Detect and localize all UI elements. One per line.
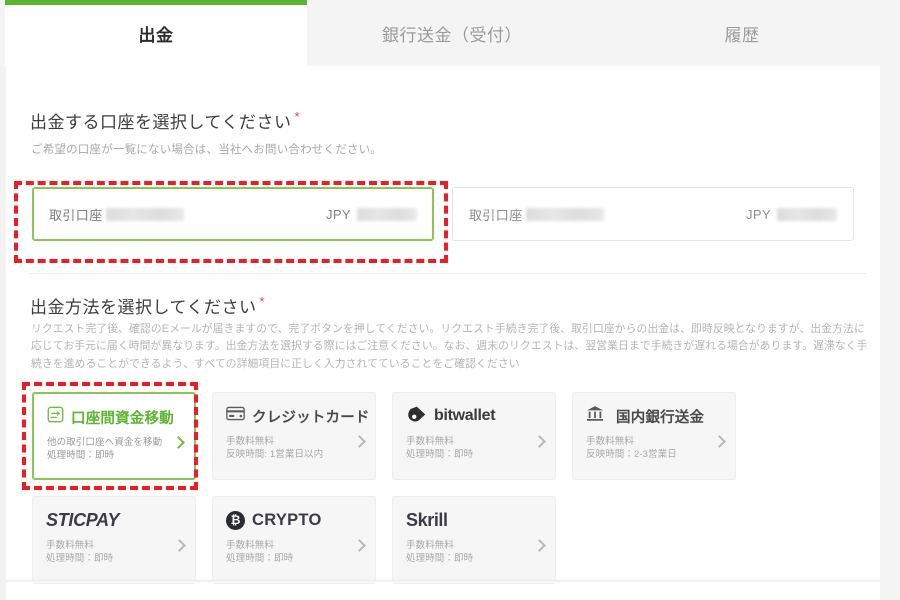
- withdrawal-page: 出金 銀行送金（受付） 履歴 出金する口座を選択してください * ご希望の口座が一…: [0, 0, 900, 600]
- content-panel: 出金する口座を選択してください * ご希望の口座が一覧にない場合は、当社へお問い合…: [6, 66, 880, 584]
- method-card-header: bitwallet: [406, 404, 543, 428]
- method-card-title: 国内銀行送金: [616, 409, 705, 426]
- method-card-grid: 口座間資金移動 他の取引口座へ資金を移動 処理時間：即時 クレジットカード 手数…: [32, 392, 752, 584]
- method-card-subtext: 手数料無料 処理時間：即時: [226, 540, 294, 565]
- method-card-crypto[interactable]: ₿ CRYPTO 手数料無料 処理時間：即時: [212, 496, 376, 584]
- method-section-description: リクエスト完了後、確認のEメールが届きますので、完了ボタンを押してください。リク…: [31, 323, 868, 370]
- account-card-identity: 取引口座: [49, 205, 326, 224]
- method-card-subtext: 手数料無料 反映時間：2-3営業日: [586, 436, 677, 461]
- bitcoin-icon: ₿: [226, 510, 245, 530]
- account-card-identity: 取引口座: [469, 205, 746, 224]
- section-divider: [30, 273, 866, 274]
- method-card-header: 口座間資金移動: [47, 405, 182, 429]
- panel-bottom-shadow: [6, 580, 880, 583]
- method-card-title: CRYPTO: [252, 510, 322, 529]
- account-number-redacted: [525, 207, 604, 221]
- method-card-bitwallet[interactable]: bitwallet 手数料無料 処理時間：即時: [392, 392, 556, 480]
- account-type-label: 取引口座: [469, 207, 523, 223]
- tab-bar: 出金 銀行送金（受付） 履歴: [0, 0, 900, 66]
- method-card-header: ₿ CRYPTO: [226, 508, 363, 532]
- method-card-skrill[interactable]: Skrill 手数料無料 処理時間：即時: [392, 496, 556, 584]
- method-card-title: 口座間資金移動: [71, 410, 174, 427]
- method-card-subtext: 手数料無料 反映時間: 1営業日以内: [226, 436, 324, 461]
- method-card-header: 国内銀行送金: [586, 404, 723, 428]
- account-card[interactable]: 取引口座 JPY: [452, 187, 854, 241]
- method-card-subtext: 手数料無料 処理時間：即時: [406, 540, 474, 565]
- method-card-account-transfer[interactable]: 口座間資金移動 他の取引口座へ資金を移動 処理時間：即時: [32, 392, 196, 480]
- account-section-heading: 出金する口座を選択してください *: [30, 108, 300, 133]
- method-card-title: bitwallet: [434, 407, 496, 424]
- method-card-bank-transfer[interactable]: 国内銀行送金 手数料無料 反映時間：2-3営業日: [572, 392, 736, 480]
- method-card-subtext: 手数料無料 処理時間：即時: [406, 436, 474, 461]
- tab-withdrawal[interactable]: 出金: [5, 0, 307, 66]
- currency-label: JPY: [325, 206, 351, 222]
- method-card-title: STICPAY: [46, 509, 120, 530]
- tab-label: 履歴: [724, 25, 760, 45]
- account-card-balance: JPY: [746, 207, 837, 222]
- account-section-subtitle: ご希望の口座が一覧にない場合は、当社へお問い合わせください。: [31, 144, 382, 156]
- account-section-title: 出金する口座を選択してください *: [30, 109, 301, 132]
- method-card-credit-card[interactable]: クレジットカード 手数料無料 反映時間: 1営業日以内: [212, 392, 376, 480]
- right-gutter: [880, 0, 900, 600]
- credit-card-icon: [226, 406, 245, 426]
- method-card-subtext: 他の取引口座へ資金を移動 処理時間：即時: [47, 437, 163, 462]
- required-asterisk: *: [294, 109, 301, 125]
- method-card-title: Skrill: [406, 509, 448, 530]
- balance-redacted: [357, 207, 417, 221]
- method-card-subtext: 手数料無料 処理時間：即時: [46, 540, 114, 565]
- currency-label: JPY: [745, 206, 771, 222]
- tab-label: 銀行送金（受付）: [382, 25, 522, 45]
- method-card-sticpay[interactable]: STICPAY 手数料無料 処理時間：即時: [32, 496, 196, 584]
- tab-label: 出金: [138, 25, 174, 45]
- account-card-selected[interactable]: 取引口座 JPY: [32, 187, 434, 241]
- account-card-list: 取引口座 JPY 取引口座 JPY: [32, 187, 854, 241]
- tab-bank-transfer[interactable]: 銀行送金（受付）: [307, 0, 597, 66]
- balance-redacted: [777, 207, 837, 221]
- tab-history[interactable]: 履歴: [597, 0, 887, 66]
- method-section-title: 出金方法を選択してください *: [30, 294, 266, 317]
- method-section-heading: 出金方法を選択してください *: [30, 293, 265, 318]
- account-card-balance: JPY: [326, 207, 417, 222]
- account-number-redacted: [105, 207, 184, 221]
- method-card-header: Skrill: [406, 508, 543, 532]
- bitwallet-logo-icon: [406, 405, 427, 428]
- required-asterisk: *: [259, 294, 266, 310]
- method-card-header: STICPAY: [46, 508, 183, 532]
- bank-icon: [586, 405, 604, 427]
- method-card-title: クレジットカード: [252, 409, 370, 426]
- method-card-header: クレジットカード: [226, 404, 369, 428]
- account-type-label: 取引口座: [49, 207, 103, 223]
- transfer-icon: [47, 406, 64, 428]
